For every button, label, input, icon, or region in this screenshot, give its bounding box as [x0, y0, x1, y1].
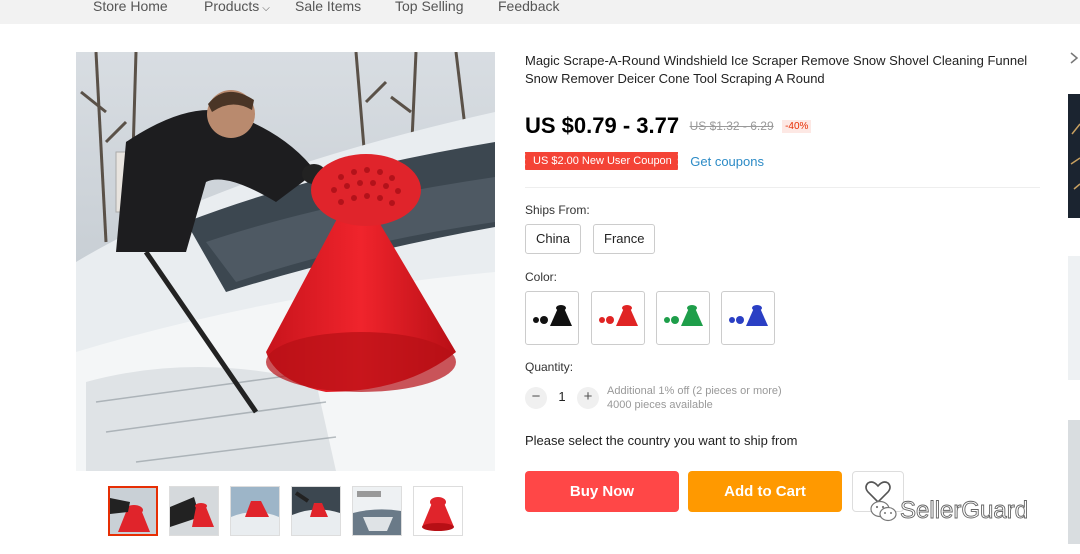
red-scraper-icon: [599, 305, 638, 326]
side-thumbnail-image: [1068, 94, 1080, 218]
ships-from-label: Ships From:: [525, 203, 590, 217]
main-product-image[interactable]: [76, 52, 495, 471]
black-scraper-icon: [533, 305, 572, 326]
quantity-increase-button[interactable]: +: [577, 387, 599, 409]
side-thumbnail-2[interactable]: [1068, 256, 1080, 380]
add-to-cart-button[interactable]: Add to Cart: [688, 471, 842, 512]
discount-badge: -40%: [782, 119, 812, 133]
thumbnail-3[interactable]: [230, 486, 280, 536]
thumbnail-1[interactable]: [108, 486, 158, 536]
thumbnail-4[interactable]: [291, 486, 341, 536]
nav-top-selling[interactable]: Top Selling: [395, 0, 464, 14]
new-user-coupon[interactable]: US $2.00 New User Coupon: [523, 152, 678, 170]
coupon-row: US $2.00 New User Coupon Get coupons: [523, 152, 764, 172]
store-nav: Store Home Products ⌵ Sale Items Top Sell…: [0, 0, 1080, 24]
product-title: Magic Scrape-A-Round Windshield Ice Scra…: [525, 53, 1028, 86]
price-row: US $0.79 - 3.77 US $1.32 - 6.29 -40%: [525, 113, 812, 143]
thumbnail-2[interactable]: [169, 486, 219, 536]
thumbnail-5[interactable]: [352, 486, 402, 536]
bulk-discount-note: Additional 1% off (2 pieces or more): [607, 385, 782, 397]
side-thumbnail-1[interactable]: [1068, 94, 1080, 218]
original-price: US $1.32 - 6.29: [689, 119, 774, 133]
side-panel-edge: [1068, 50, 1080, 66]
green-scraper-icon: [664, 305, 703, 326]
price-range: US $0.79 - 3.77: [525, 113, 680, 138]
nav-feedback[interactable]: Feedback: [498, 0, 559, 14]
color-option-red[interactable]: [591, 291, 645, 345]
stock-available: 4000 pieces available: [607, 399, 713, 411]
color-option-black[interactable]: [525, 291, 579, 345]
quantity-label: Quantity:: [525, 360, 574, 374]
ship-option-france[interactable]: France: [593, 224, 656, 254]
thumbnail-image: [414, 487, 462, 535]
blue-scraper-icon: [729, 305, 768, 326]
nav-sale-items[interactable]: Sale Items: [295, 0, 361, 14]
nav-store-home[interactable]: Store Home: [93, 0, 168, 14]
chevron-down-icon: ⌵: [262, 3, 270, 14]
wechat-logo-icon: [870, 500, 897, 522]
buy-now-button[interactable]: Buy Now: [525, 471, 679, 512]
divider: [525, 187, 1040, 188]
color-option-blue[interactable]: [721, 291, 775, 345]
svg-text:SellerGuard: SellerGuard: [900, 497, 1028, 524]
get-coupons-link[interactable]: Get coupons: [690, 154, 764, 169]
color-option-green[interactable]: [656, 291, 710, 345]
quantity-note: Additional 1% off (2 pieces or more) 400…: [607, 384, 782, 412]
side-thumbnail-3[interactable]: [1068, 420, 1080, 544]
quantity-decrease-button[interactable]: −: [525, 387, 547, 409]
thumbnail-image: [353, 487, 401, 535]
thumbnail-6[interactable]: [413, 486, 463, 536]
thumbnail-strip: [108, 486, 468, 536]
shipping-message: Please select the country you want to sh…: [525, 433, 798, 448]
chevron-right-icon: [1070, 52, 1079, 64]
thumbnail-image: [292, 487, 340, 535]
color-label: Color:: [525, 270, 558, 284]
quantity-value[interactable]: 1: [553, 389, 571, 404]
thumbnail-image: [231, 487, 279, 535]
thumbnail-image: [170, 487, 218, 535]
thumbnail-image: [110, 488, 156, 534]
product-photo: [76, 52, 495, 471]
ship-option-china[interactable]: China: [525, 224, 581, 254]
sellerguard-logo-text: SellerGuard: [900, 497, 1029, 524]
nav-products-label: Products: [204, 0, 260, 14]
nav-products[interactable]: Products ⌵: [204, 0, 270, 14]
